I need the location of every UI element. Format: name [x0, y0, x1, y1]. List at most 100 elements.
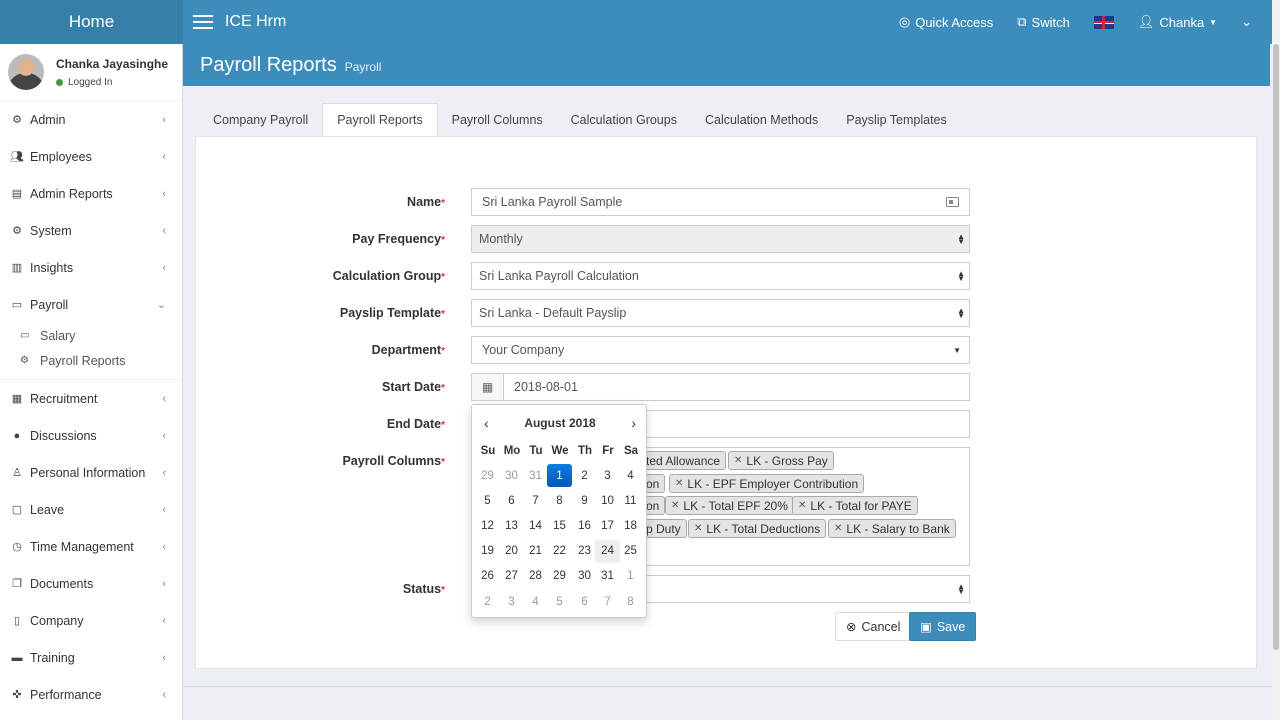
start-date-input[interactable]: ▦ 2018-08-01	[471, 373, 970, 401]
calendar-day[interactable]: 27	[499, 565, 524, 588]
tab-payslip-templates[interactable]: Payslip Templates	[832, 103, 961, 137]
tag-salary-to-bank[interactable]: ✕ LK - Salary to Bank	[828, 519, 956, 538]
calendar-day[interactable]: 13	[499, 514, 524, 537]
sidebar-subitem-payroll-reports[interactable]: ⚙ Payroll Reports	[0, 348, 182, 373]
sidebar-item-performance[interactable]: ✜ Performance ‹	[0, 676, 182, 713]
calendar-day[interactable]: 5	[547, 590, 572, 613]
quick-access-link[interactable]: ◎ Quick Access	[887, 0, 1005, 44]
calendar-day[interactable]: 11	[618, 489, 643, 512]
sidebar-item-system[interactable]: ⚙ System ‹	[0, 212, 182, 249]
calendar-day[interactable]: 23	[572, 540, 597, 563]
sidebar-item-training[interactable]: ▬ Training ‹	[0, 639, 182, 676]
calculation-group-select[interactable]: Sri Lanka Payroll Calculation ▲ ▼	[471, 262, 970, 290]
tab-calculation-groups[interactable]: Calculation Groups	[557, 103, 691, 137]
sidebar-item-documents[interactable]: ❐ Documents ‹	[0, 565, 182, 602]
sidebar-item-employees[interactable]: 👥︎ Employees ‹	[0, 138, 182, 175]
calendar-day[interactable]: 16	[572, 514, 597, 537]
remove-tag-icon[interactable]: ✕	[834, 523, 842, 534]
remove-tag-icon[interactable]: ✕	[798, 500, 806, 511]
calendar-day[interactable]: 17	[595, 514, 620, 537]
calendar-day[interactable]: 30	[572, 565, 597, 588]
user-menu[interactable]: 👤︎ Chanka ▼	[1126, 0, 1229, 44]
calendar-day[interactable]: 21	[523, 540, 548, 563]
remove-tag-icon[interactable]: ✕	[671, 500, 679, 511]
calendar-day[interactable]: 28	[523, 565, 548, 588]
calendar-day[interactable]: 2	[572, 464, 597, 487]
tag-gross-pay[interactable]: ✕ LK - Gross Pay	[728, 451, 834, 470]
calendar-day[interactable]: 3	[595, 464, 620, 487]
calendar-day[interactable]: 4	[523, 590, 548, 613]
datepicker-month-title[interactable]: August 2018	[472, 416, 648, 430]
tab-payroll-columns[interactable]: Payroll Columns	[438, 103, 557, 137]
remove-tag-icon[interactable]: ✕	[694, 523, 702, 534]
switch-link[interactable]: ⧉ Switch	[1005, 0, 1082, 44]
calendar-day[interactable]: 3	[499, 590, 524, 613]
calendar-day[interactable]: 7	[595, 590, 620, 613]
sidebar-item-insights[interactable]: ▥ Insights ‹	[0, 249, 182, 286]
sidebar-item-recruitment[interactable]: ▦ Recruitment ‹	[0, 380, 182, 417]
chevron-left-icon: ‹	[162, 150, 166, 163]
tag-total-epf[interactable]: ✕ LK - Total EPF 20%	[665, 496, 794, 515]
building-icon: ▯	[13, 615, 21, 627]
cancel-button[interactable]: ⊗ Cancel	[835, 612, 912, 641]
calendar-day[interactable]: 19	[475, 540, 500, 563]
tab-payroll-reports[interactable]: Payroll Reports	[322, 103, 438, 137]
tag-total-for-paye[interactable]: ✕ LK - Total for PAYE	[792, 496, 918, 515]
calendar-day[interactable]: 31	[523, 464, 548, 487]
calendar-day[interactable]: 8	[618, 590, 643, 613]
language-selector[interactable]	[1082, 0, 1126, 44]
calendar-day[interactable]: 6	[572, 590, 597, 613]
calendar-day[interactable]: 7	[523, 489, 548, 512]
sidebar-item-discussions[interactable]: ● Discussions ‹	[0, 417, 182, 454]
calendar-day[interactable]: 4	[618, 464, 643, 487]
money-icon: ▭	[11, 299, 23, 311]
calendar-day[interactable]: 5	[475, 489, 500, 512]
calendar-day[interactable]: 29	[475, 464, 500, 487]
calendar-day[interactable]: 26	[475, 565, 500, 588]
sidebar-item-admin[interactable]: ⚙ Admin ‹	[0, 101, 182, 138]
calendar-icon[interactable]: ▦	[472, 374, 504, 400]
calendar-day[interactable]: 25	[618, 540, 643, 563]
calendar-day[interactable]: 15	[547, 514, 572, 537]
sidebar-subitem-salary[interactable]: ▭ Salary	[0, 323, 182, 348]
calendar-day[interactable]: 24	[595, 539, 620, 563]
pay-frequency-select[interactable]: Monthly ▲ ▼	[471, 225, 970, 253]
hamburger-menu-icon[interactable]	[193, 15, 213, 29]
calendar-day[interactable]: 1	[547, 464, 572, 487]
calendar-day[interactable]: 31	[595, 565, 620, 588]
sidebar-item-personal-information[interactable]: ♙ Personal Information ‹	[0, 454, 182, 491]
calendar-day[interactable]: 20	[499, 540, 524, 563]
calendar-day[interactable]: 29	[547, 565, 572, 588]
remove-tag-icon[interactable]: ✕	[675, 478, 683, 489]
calendar-day[interactable]: 6	[499, 489, 524, 512]
sidebar-item-company[interactable]: ▯ Company ‹	[0, 602, 182, 639]
sidebar-item-payroll[interactable]: ▭ Payroll ⌄	[0, 286, 182, 323]
calendar-day[interactable]: 8	[547, 489, 572, 512]
sidebar-item-time-management[interactable]: ◷ Time Management ‹	[0, 528, 182, 565]
remove-tag-icon[interactable]: ✕	[734, 455, 742, 466]
tag-stamp-duty[interactable]: p Duty	[640, 519, 687, 538]
department-select[interactable]: Your Company ▼	[471, 336, 970, 364]
save-button[interactable]: ▣ Save	[909, 612, 977, 641]
page-scrollbar-thumb[interactable]	[1273, 44, 1279, 650]
logo-home-link[interactable]: Home	[0, 0, 183, 44]
payslip-template-select[interactable]: Sri Lanka - Default Payslip ▲ ▼	[471, 299, 970, 327]
calendar-day[interactable]: 2	[475, 590, 500, 613]
sidebar-item-admin-reports[interactable]: ▤ Admin Reports ‹	[0, 175, 182, 212]
calendar-day[interactable]: 30	[499, 464, 524, 487]
calendar-day[interactable]: 14	[523, 514, 548, 537]
tag-epf-employer-contribution[interactable]: ✕ LK - EPF Employer Contribution	[669, 474, 865, 493]
datepicker-next-button[interactable]: ›	[631, 415, 636, 431]
name-input[interactable]: Sri Lanka Payroll Sample	[471, 188, 970, 216]
calendar-day[interactable]: 9	[572, 489, 597, 512]
calendar-day[interactable]: 1	[618, 565, 643, 588]
calendar-day[interactable]: 10	[595, 489, 620, 512]
tag-allowance[interactable]: ted Allowance	[640, 451, 727, 470]
tag-total-deductions[interactable]: ✕ LK - Total Deductions	[688, 519, 827, 538]
calendar-day[interactable]: 22	[547, 540, 572, 563]
calendar-day[interactable]: 12	[475, 514, 500, 537]
tab-company-payroll[interactable]: Company Payroll	[199, 103, 322, 137]
sidebar-item-leave[interactable]: ▢ Leave ‹	[0, 491, 182, 528]
tab-calculation-methods[interactable]: Calculation Methods	[691, 103, 832, 137]
calendar-day[interactable]: 18	[618, 514, 643, 537]
